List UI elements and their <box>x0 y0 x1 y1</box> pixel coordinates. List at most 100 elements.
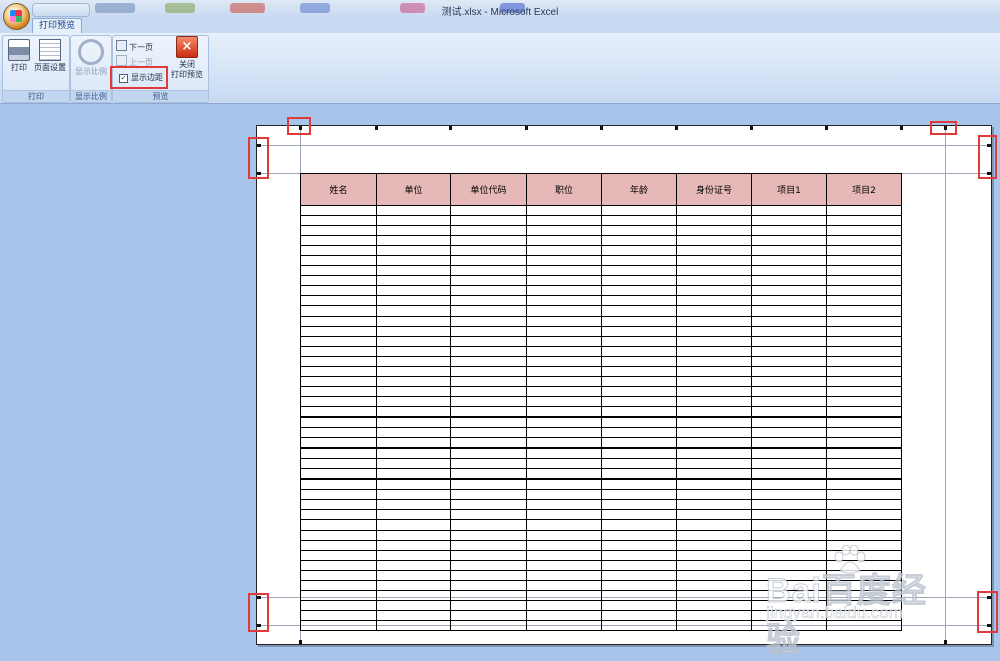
table-row <box>300 336 902 347</box>
title-bar: 测试.xlsx - Microsoft Excel <box>0 0 1000 19</box>
table-cell <box>450 275 527 287</box>
table-cell <box>751 406 827 418</box>
watermark-url: jingyan.baidu.com <box>766 603 904 623</box>
table-cell <box>300 600 377 611</box>
table-cell <box>450 448 527 460</box>
table-cell <box>526 416 602 429</box>
table-cell <box>676 215 752 227</box>
table-cell <box>826 245 902 257</box>
table-cell <box>300 610 377 621</box>
table-cell <box>450 550 527 561</box>
table-cell <box>751 499 827 511</box>
table-cell <box>676 499 752 511</box>
table-cell <box>376 468 451 481</box>
ribbon-tab-row: 打印预览 <box>0 18 1000 34</box>
table-cell <box>601 489 677 501</box>
table-cell <box>376 437 451 450</box>
table-cell <box>376 265 451 277</box>
column-width-handle[interactable] <box>600 126 603 130</box>
next-page-button[interactable]: 下一页 <box>116 40 153 52</box>
close-preview-button[interactable]: × 关闭 打印预览 <box>170 36 204 80</box>
table-cell <box>676 530 752 541</box>
table-cell <box>450 427 527 439</box>
table-cell <box>526 448 602 460</box>
table-cell <box>450 570 527 581</box>
zoom-button[interactable]: 显示比例 <box>72 39 110 77</box>
header-margin-line[interactable] <box>257 145 991 146</box>
column-width-handle[interactable] <box>525 126 528 130</box>
next-page-icon <box>116 40 127 51</box>
table-cell <box>300 285 377 297</box>
table-cell <box>526 396 602 407</box>
table-cell <box>601 509 677 521</box>
table-row <box>300 316 902 327</box>
table-cell <box>300 275 377 287</box>
table-cell <box>300 620 377 631</box>
table-cell <box>601 326 677 337</box>
table-cell <box>300 509 377 521</box>
table-cell <box>751 336 827 347</box>
group-zoom: 显示比例 显示比例 <box>70 35 112 103</box>
tab-print-preview[interactable]: 打印预览 <box>32 18 83 34</box>
table-cell <box>601 479 677 491</box>
column-width-handle[interactable] <box>675 126 678 130</box>
table-cell <box>376 245 451 257</box>
column-width-handle[interactable] <box>449 126 452 130</box>
table-cell <box>826 305 902 317</box>
table-cell <box>526 458 602 470</box>
table-cell <box>300 305 377 317</box>
table-cell <box>751 509 827 521</box>
table-cell <box>376 499 451 511</box>
table-cell <box>450 205 527 217</box>
table-cell <box>376 560 451 571</box>
table-cell <box>450 479 527 491</box>
table-row <box>300 530 902 541</box>
table-cell <box>376 509 451 521</box>
column-width-handle[interactable] <box>375 126 378 130</box>
table-cell <box>300 550 377 561</box>
table-cell <box>450 386 527 397</box>
table-cell <box>376 305 451 317</box>
table-row <box>300 366 902 377</box>
margin-handle-highlight <box>978 135 997 179</box>
table-cell <box>526 509 602 521</box>
table-cell <box>526 376 602 387</box>
group-label-zoom: 显示比例 <box>71 90 111 102</box>
table-cell <box>751 205 827 217</box>
column-width-handle[interactable] <box>900 126 903 130</box>
table-cell <box>450 225 527 237</box>
table-cell <box>526 519 602 531</box>
table-cell <box>751 275 827 287</box>
table-cell <box>601 235 677 247</box>
table-cell <box>300 265 377 277</box>
table-cell <box>601 560 677 571</box>
table-cell <box>450 610 527 621</box>
left-margin-handle[interactable] <box>299 640 302 644</box>
office-logo-icon <box>10 10 22 22</box>
table-cell <box>826 235 902 247</box>
table-cell <box>300 468 377 481</box>
margin-handle-highlight <box>930 121 957 135</box>
quick-access-toolbar[interactable] <box>32 3 90 17</box>
print-button[interactable]: 打印 <box>6 39 32 73</box>
table-cell <box>450 346 527 357</box>
column-width-handle[interactable] <box>825 126 828 130</box>
table-cell <box>376 336 451 347</box>
column-width-handle[interactable] <box>750 126 753 130</box>
table-row <box>300 386 902 397</box>
table-cell <box>601 366 677 377</box>
table-cell <box>601 225 677 237</box>
table-cell <box>526 316 602 327</box>
page-setup-button[interactable]: 页面设置 <box>31 39 69 73</box>
table-cell <box>826 396 902 407</box>
table-cell <box>450 285 527 297</box>
table-cell <box>676 386 752 397</box>
table-cell <box>376 346 451 357</box>
table-cell <box>376 479 451 491</box>
table-cell <box>376 386 451 397</box>
table-row <box>300 245 902 257</box>
table-cell <box>601 530 677 541</box>
office-button[interactable] <box>3 3 30 30</box>
table-cell <box>300 489 377 501</box>
table-cell <box>826 386 902 397</box>
